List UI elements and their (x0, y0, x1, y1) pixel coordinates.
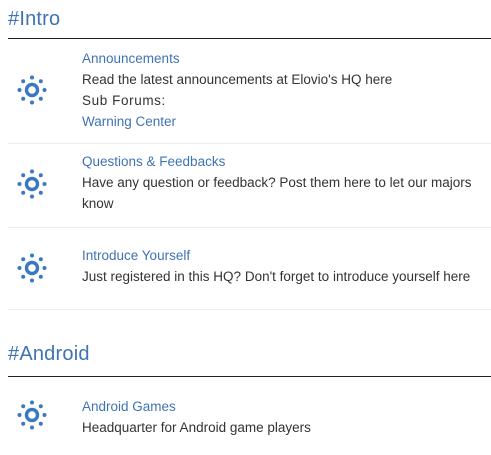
section-divider (8, 376, 491, 377)
forum-title-link[interactable]: Android Games (82, 396, 491, 417)
subforum-link-warning-center[interactable]: Warning Center (82, 111, 491, 132)
section-divider (8, 38, 491, 39)
row-divider (8, 309, 491, 310)
forum-title-link[interactable]: Questions & Feedbacks (82, 151, 491, 172)
row-divider (8, 143, 491, 144)
forum-item-android-games: Android Games Headquarter for Android ga… (82, 396, 491, 438)
forum-title-link[interactable]: Announcements (82, 48, 491, 69)
forum-item-introduce-yourself: Introduce Yourself Just registered in th… (82, 245, 491, 287)
forum-item-announcements: Announcements Read the latest announceme… (82, 48, 491, 132)
forum-sun-icon (17, 169, 47, 199)
section-title-intro: #Intro (8, 8, 61, 30)
forum-description: Just registered in this HQ? Don't forget… (82, 269, 471, 284)
forum-title-link[interactable]: Introduce Yourself (82, 245, 491, 266)
forum-item-questions-feedbacks: Questions & Feedbacks Have any question … (82, 151, 491, 214)
row-divider (8, 227, 491, 228)
forum-list-page: #Intro Announcements Read the latest ann… (0, 0, 491, 455)
forum-sun-icon (17, 400, 47, 430)
subforums-label: Sub Forums: (82, 93, 166, 108)
forum-description: Headquarter for Android game players (82, 420, 311, 435)
forum-sun-icon (17, 75, 47, 105)
section-title-android: #Android (8, 343, 90, 365)
forum-sun-icon (17, 253, 47, 283)
forum-description: Have any question or feedback? Post them… (82, 175, 472, 211)
forum-description: Read the latest announcements at Elovio'… (82, 72, 393, 87)
